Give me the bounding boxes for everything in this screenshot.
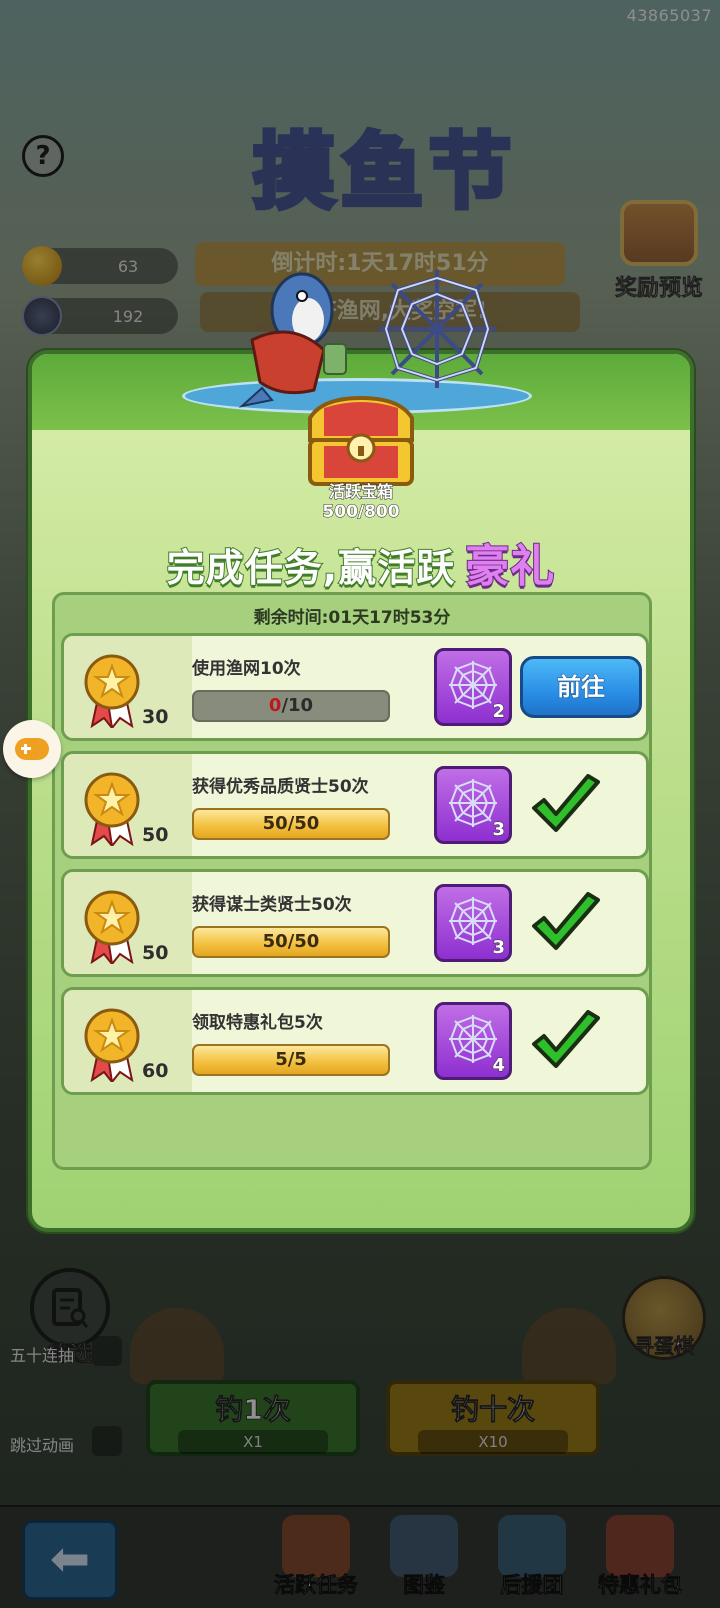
task-name: 获得优秀品质贤士50次: [192, 777, 369, 797]
task-reward[interactable]: 3: [434, 766, 512, 844]
task-progress-bar: 50/50: [192, 926, 390, 958]
task-name: 获得谋士类贤士50次: [192, 895, 352, 915]
fishing-net-icon: [378, 270, 496, 388]
checkmark-icon: [532, 774, 600, 832]
task-progress-current: 0: [268, 695, 282, 716]
task-points: 30: [142, 706, 169, 728]
task-progress-bar: 5/5: [192, 1044, 390, 1076]
task-list-panel: 剩余时间:01天17时53分 30 使用渔网10次 0/10 2 前往 50 获…: [52, 592, 652, 1170]
reward-count: 3: [492, 819, 505, 841]
checkmark-icon: [532, 892, 600, 950]
gamepad-float-button[interactable]: [3, 720, 61, 778]
task-name: 使用渔网10次: [192, 659, 301, 679]
active-chest-icon: [308, 396, 414, 486]
go-button[interactable]: 前往: [520, 656, 642, 718]
task-reward[interactable]: 2: [434, 648, 512, 726]
popup-headline: 完成任务,赢活跃 豪礼: [32, 530, 690, 594]
fishing-net-icon: [449, 897, 497, 945]
task-progress-bar: 0/10: [192, 690, 390, 722]
task-row: 30 使用渔网10次 0/10 2 前往: [61, 633, 649, 741]
task-reward[interactable]: 3: [434, 884, 512, 962]
fishing-net-icon: [449, 779, 497, 827]
star-medal-icon: [84, 1008, 140, 1082]
task-progress-bar: 50/50: [192, 808, 390, 840]
reward-count: 3: [492, 937, 505, 959]
chest-label: 活跃宝箱: [328, 482, 393, 502]
headline-main: 完成任务,赢活跃: [166, 545, 456, 591]
task-points: 50: [142, 942, 169, 964]
task-row: 50 获得谋士类贤士50次 50/50 3: [61, 869, 649, 977]
reward-count: 2: [492, 701, 505, 723]
active-chest-popup: 活跃宝箱 500/800 完成任务,赢活跃 豪礼 剩余时间:01天17时53分 3…: [28, 270, 694, 1232]
gamepad-icon: [15, 738, 49, 760]
task-points: 60: [142, 1060, 169, 1082]
task-progress-total: /10: [281, 695, 314, 716]
task-row: 50 获得优秀品质贤士50次 50/50 3: [61, 751, 649, 859]
headline-accent: 豪礼: [464, 540, 556, 593]
chest-progress: 500/800: [322, 502, 400, 523]
task-points: 50: [142, 824, 169, 846]
star-medal-icon: [84, 654, 140, 728]
task-reward[interactable]: 4: [434, 1002, 512, 1080]
star-medal-icon: [84, 772, 140, 846]
reward-count: 4: [492, 1055, 505, 1077]
star-medal-icon: [84, 890, 140, 964]
fishing-net-icon: [449, 661, 497, 709]
fish-mascot-icon: [238, 272, 347, 408]
checkmark-icon: [532, 1010, 600, 1068]
task-name: 领取特惠礼包5次: [192, 1013, 323, 1033]
task-row: 60 领取特惠礼包5次 5/5 4: [61, 987, 649, 1095]
remaining-time: 剩余时间:01天17时53分: [253, 608, 451, 628]
